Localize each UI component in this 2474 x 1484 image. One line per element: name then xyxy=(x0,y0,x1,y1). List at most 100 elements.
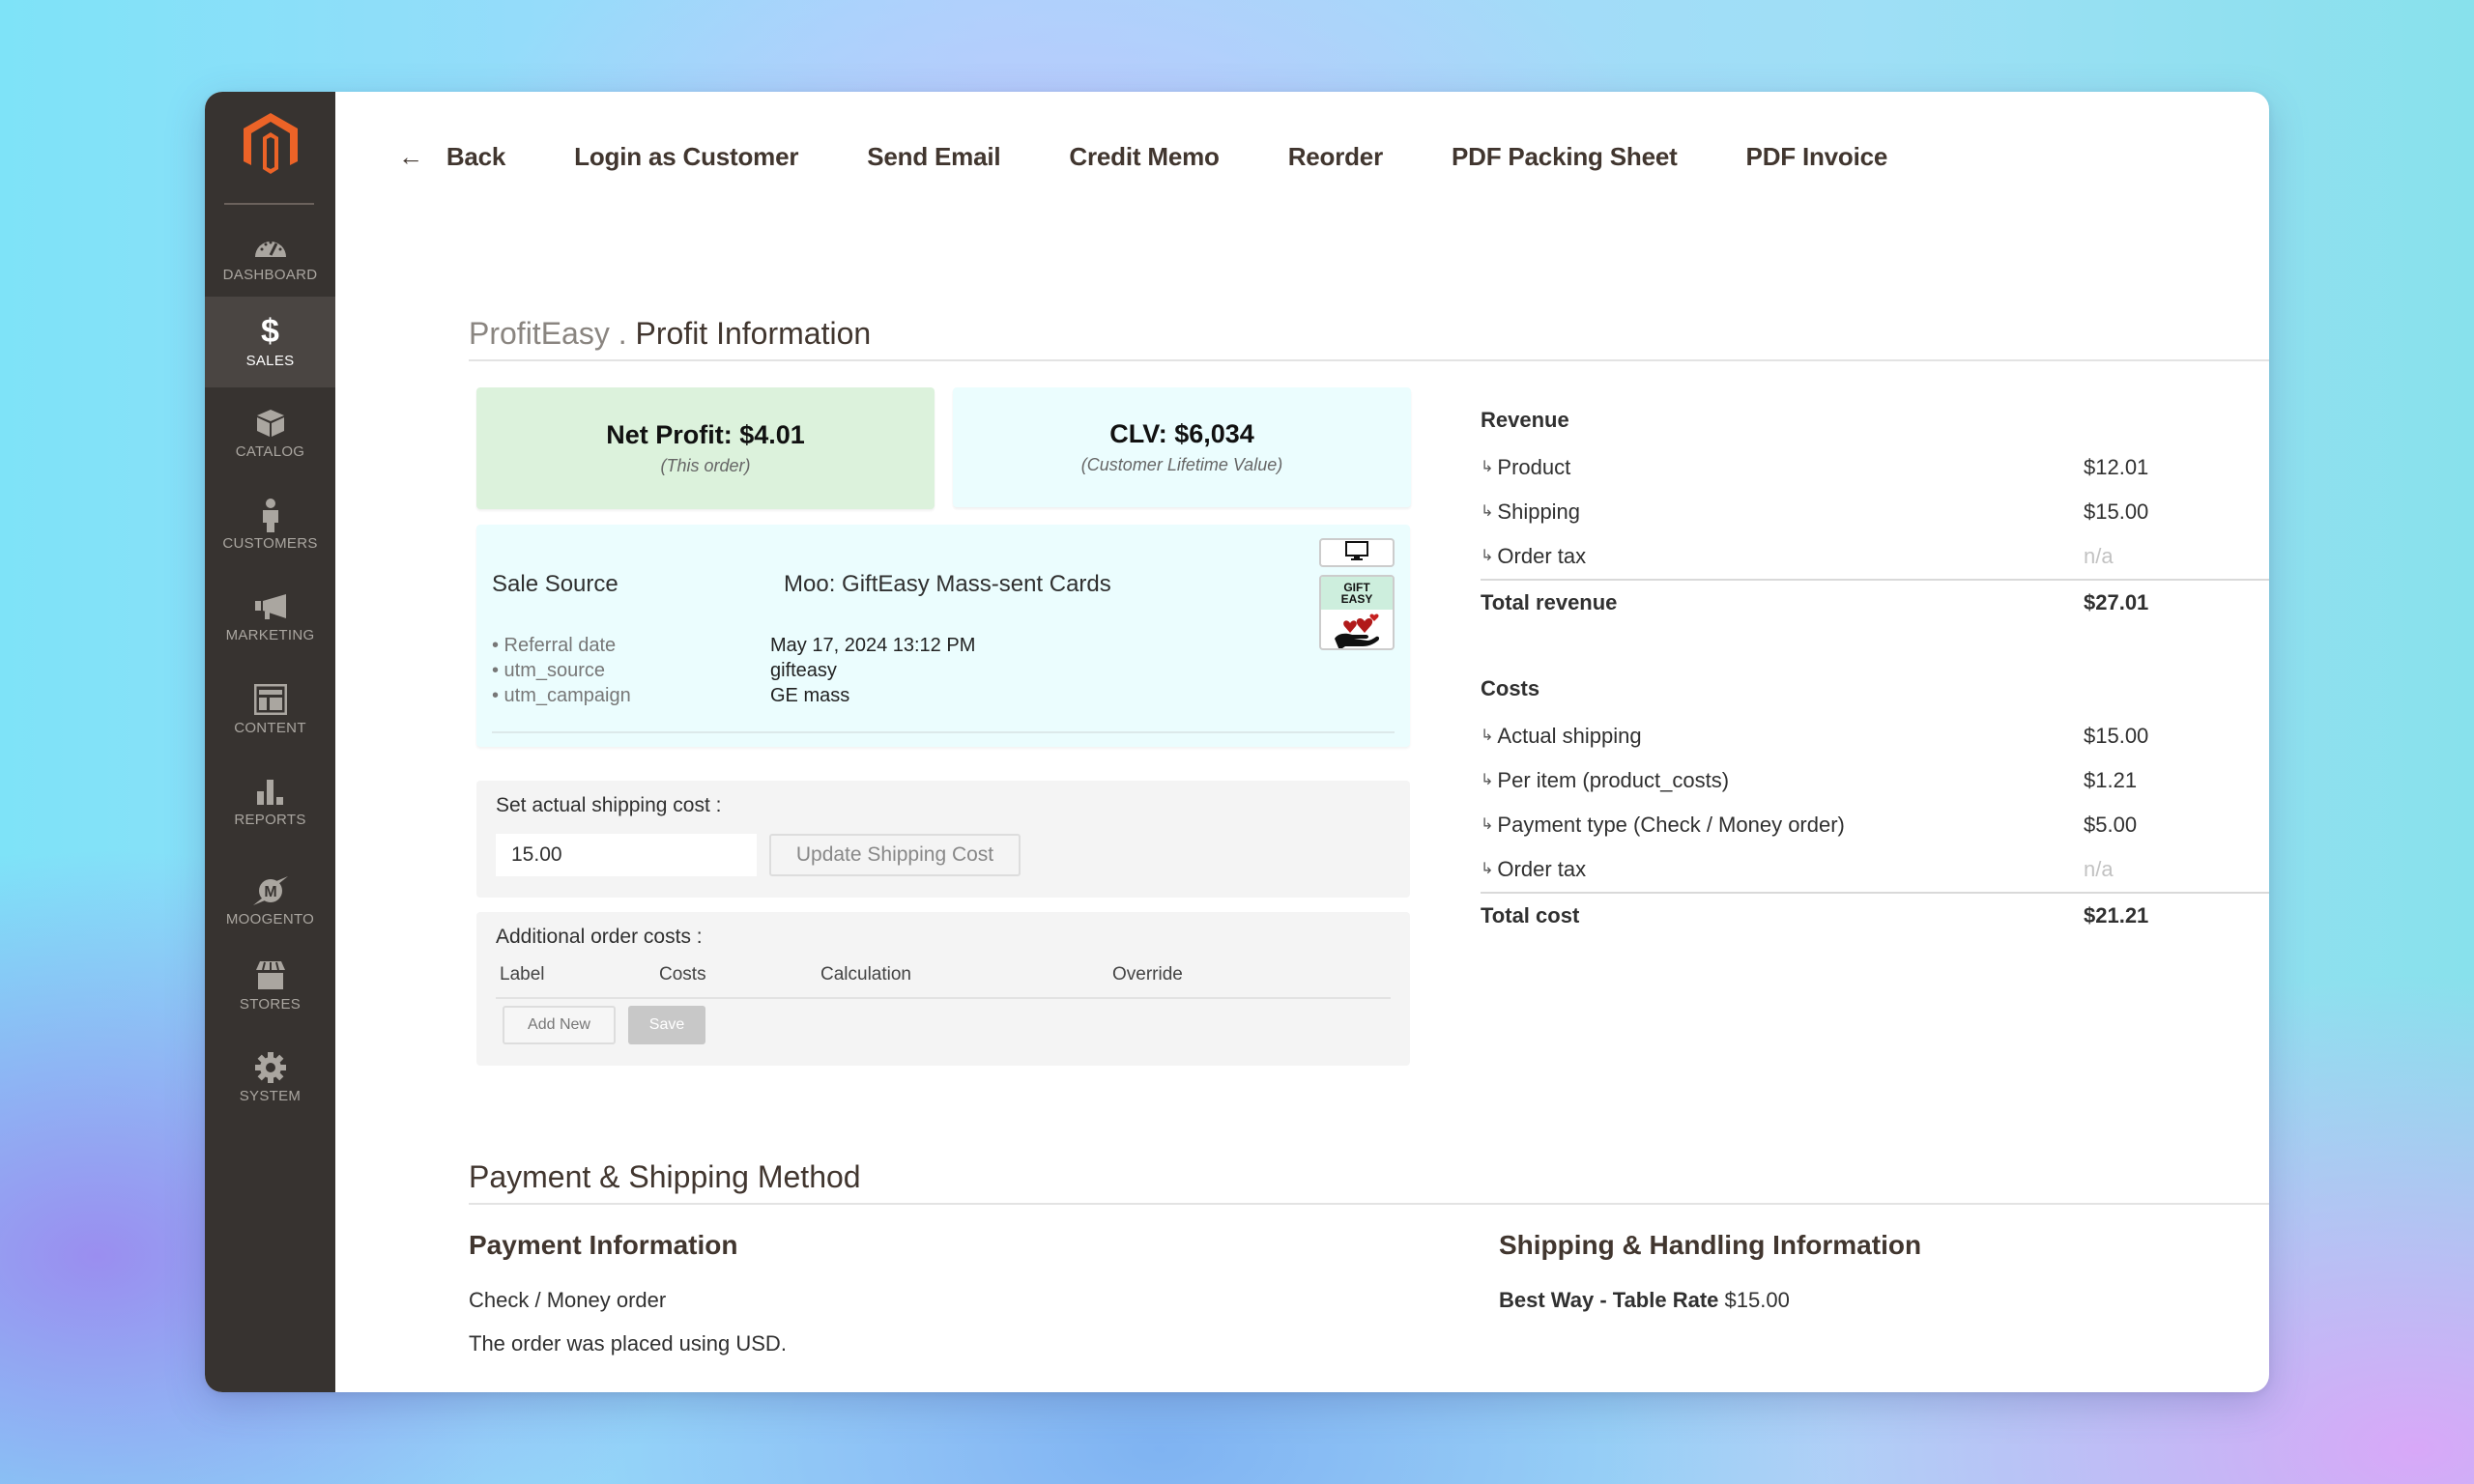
profit-section-title: ProfitEasy . Profit Information xyxy=(469,316,2269,361)
sidebar-item-label: Stores xyxy=(239,995,302,1013)
payment-shipping-section-title: Payment & Shipping Method xyxy=(469,1159,2269,1205)
arrow-left-icon: ← xyxy=(398,142,423,171)
revenue-row-order-tax: ↳ Order tax n/a xyxy=(1481,534,2269,579)
save-costs-button[interactable]: Save xyxy=(628,1006,705,1044)
reorder-button[interactable]: Reorder xyxy=(1288,142,1383,172)
detail-key: • utm_source xyxy=(492,660,606,681)
utm-source-row: • utm_source gifteasy xyxy=(492,658,975,683)
shipping-cost-panel: Set actual shipping cost : Update Shippi… xyxy=(476,781,1410,898)
sidebar-item-marketing[interactable]: Marketing xyxy=(205,571,335,662)
row-label: Order tax xyxy=(1497,857,1587,881)
cost-row-order-tax: ↳ Order tax n/a xyxy=(1481,847,2269,892)
update-shipping-cost-button[interactable]: Update Shipping Cost xyxy=(769,834,1021,876)
gifteasy-logo-text: GIFT EASY xyxy=(1321,577,1393,610)
svg-text:M: M xyxy=(264,884,276,900)
row-value: $15.00 xyxy=(2084,499,2149,524)
cost-row-per-item: ↳ Per item (product_costs) $1.21 xyxy=(1481,758,2269,803)
detail-value: GE mass xyxy=(770,685,850,706)
dashboard-icon xyxy=(251,230,290,263)
send-email-button[interactable]: Send Email xyxy=(867,142,1000,172)
sub-arrow-icon: ↳ xyxy=(1481,861,1494,877)
row-value: n/a xyxy=(2084,857,2114,881)
sale-source-label: Sale Source xyxy=(492,571,618,597)
cost-row-actual-shipping: ↳ Actual shipping $15.00 xyxy=(1481,714,2269,758)
sub-arrow-icon: ↳ xyxy=(1481,548,1494,564)
login-as-customer-button[interactable]: Login as Customer xyxy=(574,142,798,172)
sidebar-item-label: Customers xyxy=(222,534,318,552)
sub-arrow-icon: ↳ xyxy=(1481,503,1494,520)
row-value: $12.01 xyxy=(2084,455,2149,479)
storefront-icon xyxy=(251,959,290,992)
order-action-toolbar: ← Back Login as Customer Send Email Cred… xyxy=(335,92,2269,222)
additional-costs-panel: Additional order costs : Label Costs Cal… xyxy=(476,912,1410,1066)
back-button[interactable]: ← Back xyxy=(398,142,505,172)
back-label: Back xyxy=(446,142,506,171)
sidebar-item-customers[interactable]: Customers xyxy=(205,479,335,570)
sidebar-item-reports[interactable]: Reports xyxy=(205,756,335,846)
total-value: $27.01 xyxy=(2084,590,2149,614)
clv-card: CLV: $6,034 (Customer Lifetime Value) xyxy=(953,387,1411,507)
sidebar-item-stores[interactable]: Stores xyxy=(205,940,335,1031)
row-label: Product xyxy=(1497,455,1571,479)
sidebar-item-label: Content xyxy=(234,719,306,736)
utm-campaign-row: • utm_campaign GE mass xyxy=(492,683,975,708)
sidebar-item-label: Reports xyxy=(234,811,306,828)
shipping-cost-label: Set actual shipping cost : xyxy=(496,794,722,816)
sidebar-item-moogento[interactable]: M Moogento xyxy=(205,855,335,946)
additional-costs-label: Additional order costs : xyxy=(496,926,703,948)
detail-value: gifteasy xyxy=(770,660,837,681)
add-new-cost-button[interactable]: Add New xyxy=(503,1006,616,1044)
shipping-method-name: Best Way - Table Rate xyxy=(1499,1288,1719,1312)
shipping-cost-input[interactable] xyxy=(496,834,757,876)
total-value: $21.21 xyxy=(2084,903,2149,928)
column-header-costs: Costs xyxy=(659,964,706,985)
sidebar-item-content[interactable]: Content xyxy=(205,664,335,755)
sidebar-item-system[interactable]: System xyxy=(205,1032,335,1123)
layout-icon xyxy=(251,683,290,716)
referral-date-row: • Referral date May 17, 2024 13:12 PM xyxy=(492,633,975,658)
costs-total-row: Total cost $21.21 xyxy=(1481,892,2269,936)
sidebar-item-sales[interactable]: $ Sales xyxy=(205,297,335,387)
row-label: Payment type (Check / Money order) xyxy=(1497,813,1845,837)
sidebar-item-dashboard[interactable]: Dashboard xyxy=(205,211,335,301)
sub-arrow-icon: ↳ xyxy=(1481,772,1494,788)
bar-chart-icon xyxy=(251,775,290,808)
net-profit-caption: (This order) xyxy=(660,456,751,475)
sale-source-panel: Sale Source Moo: GiftEasy Mass-sent Card… xyxy=(476,525,1410,747)
sidebar-divider xyxy=(224,203,314,205)
sidebar-item-label: Moogento xyxy=(225,910,315,928)
row-label: Per item (product_costs) xyxy=(1497,768,1730,792)
row-value: n/a xyxy=(2084,544,2114,568)
table-divider xyxy=(496,997,1391,999)
row-value: $5.00 xyxy=(2084,813,2138,837)
pdf-packing-sheet-button[interactable]: PDF Packing Sheet xyxy=(1452,142,1678,172)
hand-hearts-icon xyxy=(1335,614,1380,648)
payment-info-heading: Payment Information xyxy=(469,1230,738,1260)
net-profit-value: Net Profit: $4.01 xyxy=(606,420,805,449)
credit-memo-button[interactable]: Credit Memo xyxy=(1069,142,1219,172)
payment-method: Check / Money order xyxy=(469,1288,667,1312)
column-header-label: Label xyxy=(500,964,545,985)
section-title-main: Payment & Shipping Method xyxy=(469,1159,861,1194)
box-icon xyxy=(251,407,290,440)
device-type-button[interactable] xyxy=(1319,538,1395,567)
clv-value: CLV: $6,034 xyxy=(1109,419,1254,448)
sidebar-item-label: System xyxy=(239,1087,302,1104)
revenue-total-row: Total revenue $27.01 xyxy=(1481,579,2269,623)
desktop-icon xyxy=(1344,540,1369,566)
sidebar-item-catalog[interactable]: Catalog xyxy=(205,387,335,478)
pdf-invoice-button[interactable]: PDF Invoice xyxy=(1746,142,1888,172)
costs-heading: Costs xyxy=(1481,676,1540,700)
net-profit-card: Net Profit: $4.01 (This order) xyxy=(476,387,935,509)
gifteasy-logo: GIFT EASY xyxy=(1319,575,1395,650)
row-label: Actual shipping xyxy=(1497,724,1642,748)
dollar-icon: $ xyxy=(261,313,279,350)
total-label: Total revenue xyxy=(1481,590,1618,614)
row-value: $1.21 xyxy=(2084,768,2138,792)
shipping-method-price: $15.00 xyxy=(1724,1288,1790,1312)
detail-value: May 17, 2024 13:12 PM xyxy=(770,635,976,656)
megaphone-icon xyxy=(251,590,290,623)
panel-divider xyxy=(492,731,1395,733)
admin-sidebar: Dashboard $ Sales Catalog Customers Mark… xyxy=(205,92,335,1392)
magento-logo[interactable] xyxy=(242,113,300,177)
